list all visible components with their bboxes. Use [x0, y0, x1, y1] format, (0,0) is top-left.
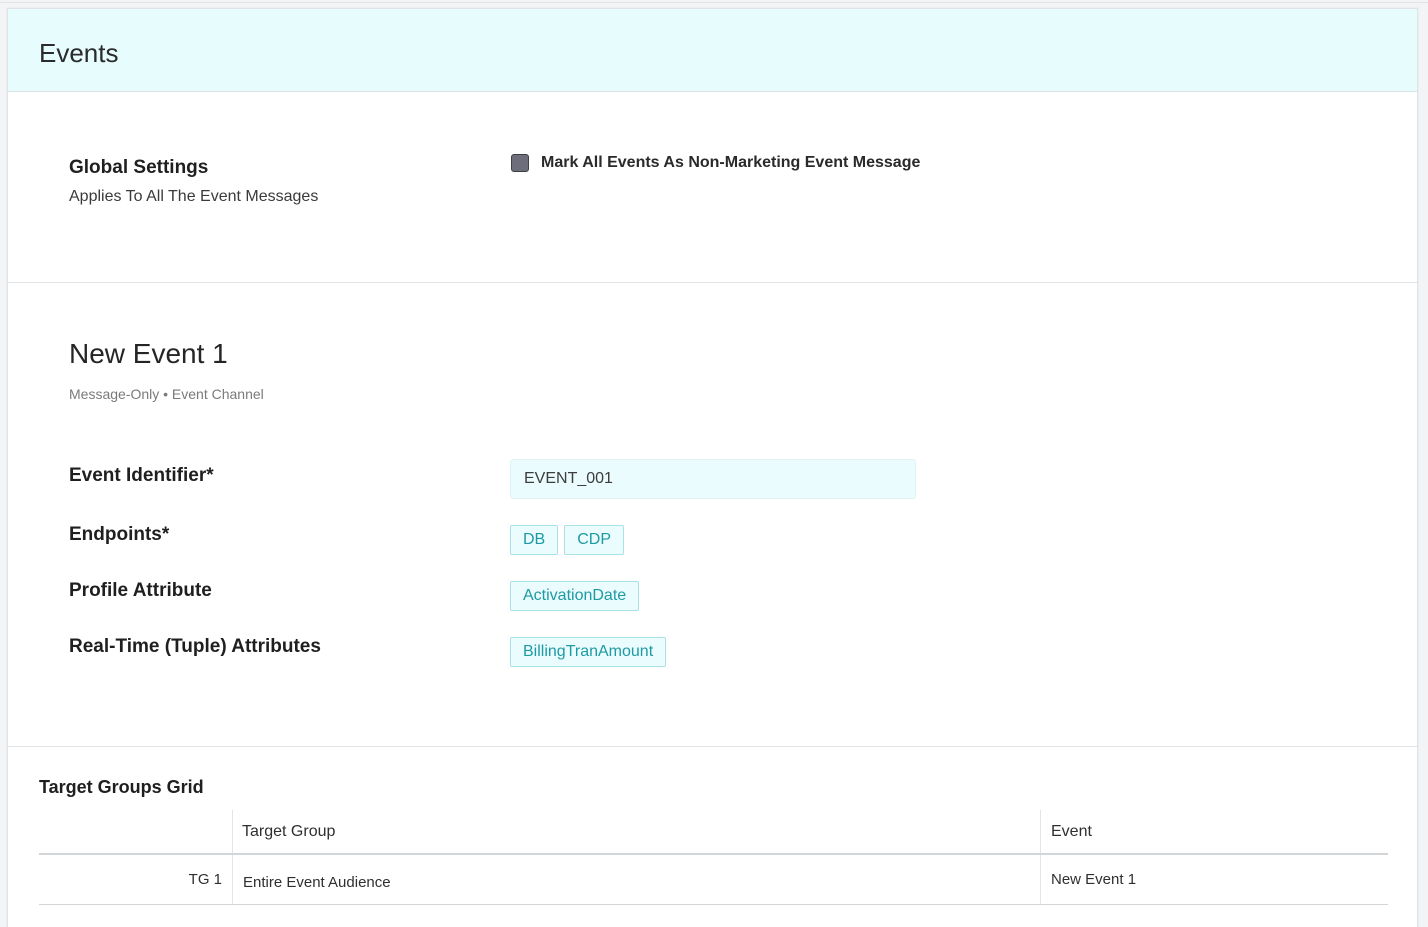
target-groups-grid-title: Target Groups Grid	[39, 777, 204, 797]
realtime-attributes-label: Real-Time (Tuple) Attributes	[69, 636, 321, 657]
column-separator	[1040, 810, 1041, 853]
top-border-line	[0, 2, 1428, 3]
event-title: New Event 1	[69, 338, 228, 369]
column-separator	[1040, 855, 1041, 904]
event-cell[interactable]: New Event 1	[1051, 871, 1136, 888]
row-id-cell: TG 1	[188, 871, 222, 888]
target-group-cell[interactable]: Entire Event Audience	[243, 874, 391, 891]
column-separator	[232, 810, 233, 853]
event-identifier-label: Event Identifier*	[69, 465, 214, 486]
global-settings-subtitle: Applies To All The Event Messages	[69, 188, 319, 205]
event-subtitle: Message-Only • Event Channel	[69, 386, 264, 402]
non-marketing-checkbox[interactable]	[511, 154, 529, 172]
events-panel: Events Global Settings Applies To All Th…	[7, 8, 1418, 927]
endpoint-chip[interactable]: DB	[510, 525, 559, 555]
grid-header-row: Target Group Event	[39, 810, 1388, 855]
global-settings-title: Global Settings	[69, 157, 209, 178]
page-title: Events	[39, 38, 119, 68]
profile-attribute-label: Profile Attribute	[69, 580, 212, 601]
page-header: Events	[8, 9, 1417, 92]
table-row[interactable]: TG 1 Entire Event Audience New Event 1	[39, 855, 1388, 905]
realtime-attribute-chip[interactable]: BillingTranAmount	[510, 637, 667, 667]
profile-attribute-chip[interactable]: ActivationDate	[510, 581, 640, 611]
endpoints-chips: DB CDP	[510, 525, 625, 555]
realtime-attribute-chips: BillingTranAmount	[510, 637, 667, 667]
column-separator	[232, 855, 233, 904]
non-marketing-checkbox-row[interactable]: Mark All Events As Non-Marketing Event M…	[511, 154, 920, 172]
section-divider	[8, 746, 1417, 747]
endpoint-chip[interactable]: CDP	[564, 525, 625, 555]
non-marketing-checkbox-label[interactable]: Mark All Events As Non-Marketing Event M…	[541, 154, 920, 172]
profile-attribute-chips: ActivationDate	[510, 581, 640, 611]
grid-header-event[interactable]: Event	[1051, 823, 1092, 841]
event-identifier-input[interactable]: EVENT_001	[510, 459, 916, 499]
endpoints-label: Endpoints*	[69, 524, 170, 545]
section-divider	[8, 282, 1417, 283]
target-groups-grid: Target Group Event TG 1 Entire Event Aud…	[39, 810, 1388, 905]
grid-header-target-group[interactable]: Target Group	[242, 823, 335, 841]
